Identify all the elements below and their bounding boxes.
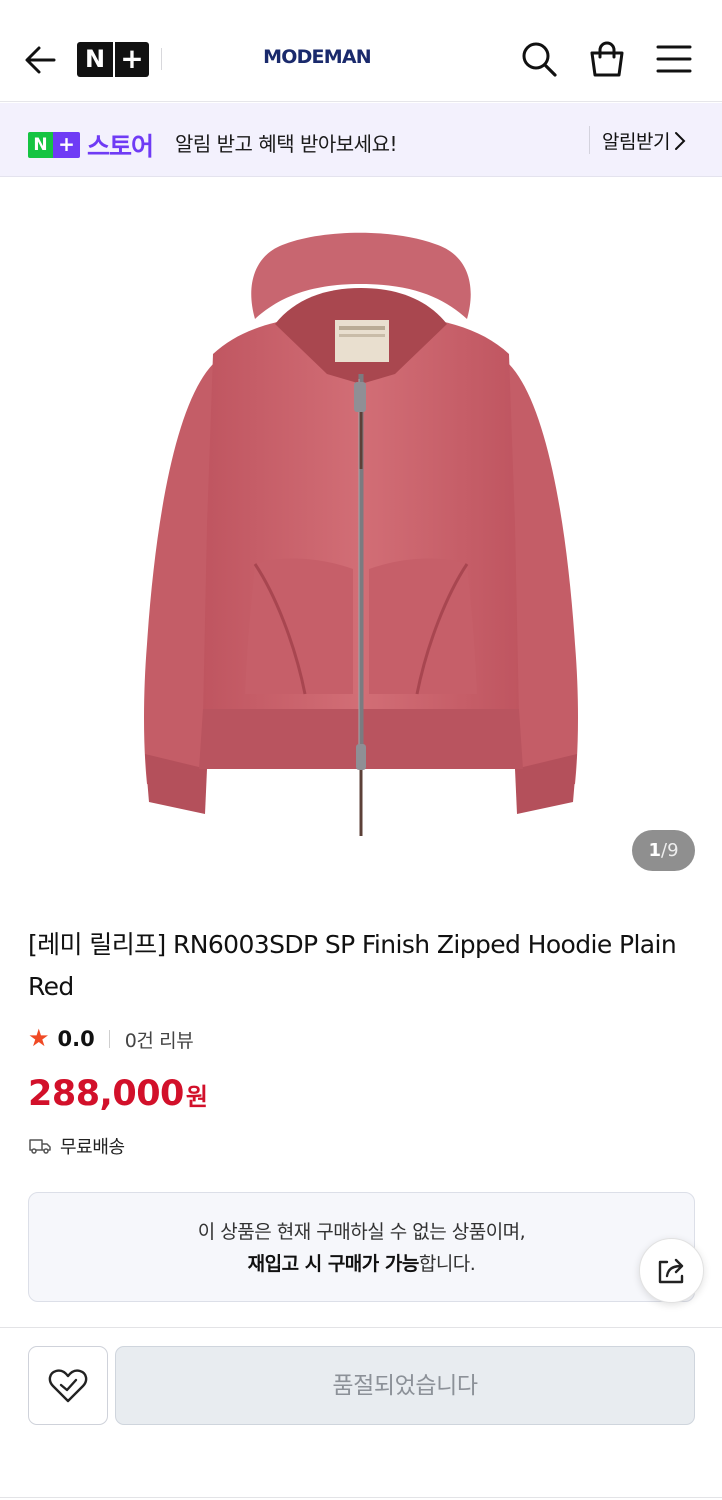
bottom-edge-line	[0, 1497, 722, 1498]
image-counter: 1/9	[632, 830, 695, 871]
shipping-text: 무료배송	[60, 1137, 125, 1158]
mini-logo-plus: +	[53, 132, 80, 158]
mini-logo-n: N	[28, 132, 53, 158]
truck-icon	[29, 1139, 51, 1154]
nplus-logo-n: N	[84, 45, 106, 73]
price: 288,000	[28, 1074, 184, 1114]
shopping-bag-icon	[590, 41, 624, 77]
store-word: 스토어	[87, 132, 154, 161]
arrow-left-icon	[25, 46, 56, 74]
search-button[interactable]	[519, 38, 559, 80]
price-row: 288,000 원	[28, 1074, 208, 1114]
rating-divider	[108, 1030, 110, 1048]
currency-unit: 원	[185, 1083, 209, 1111]
notice-line1: 이 상품은 현재 구매하실 수 없는 상품이며,	[197, 1221, 526, 1243]
store-banner-message: 알림 받고 혜택 받아보세요!	[175, 132, 398, 156]
header-divider	[161, 48, 162, 70]
soldout-notice: 이 상품은 현재 구매하실 수 없는 상품이며, 재입고 시 구매가 가능합니다…	[28, 1192, 695, 1302]
product-title: [레미 릴리프] RN6003SDP SP Finish Zipped Hood…	[28, 930, 677, 1001]
image-counter-total: 9	[667, 840, 679, 861]
brand-name[interactable]: MODEMAN	[240, 46, 394, 68]
soldout-button[interactable]: 품절되었습니다	[115, 1346, 695, 1425]
share-button[interactable]	[639, 1238, 704, 1303]
chevron-right-icon	[674, 131, 686, 150]
notice-line2: 재입고 시 구매가 가능합니다.	[29, 1248, 694, 1280]
star-icon: ★	[28, 1025, 50, 1052]
hamburger-menu-icon	[656, 45, 692, 73]
nplus-mini-logo: N +	[28, 132, 80, 158]
search-icon	[522, 42, 557, 77]
nplus-logo-plus: +	[120, 42, 144, 75]
notice-line2-rest: 합니다.	[418, 1253, 476, 1275]
image-counter-current: 1	[648, 840, 661, 861]
review-count[interactable]: 0건 리뷰	[125, 1026, 194, 1053]
product-image[interactable]	[95, 224, 627, 864]
notify-label: 알림받기	[602, 131, 670, 153]
back-button[interactable]	[22, 40, 58, 80]
bottom-bar-divider	[0, 1327, 722, 1328]
notify-button[interactable]: 알림받기	[602, 127, 686, 154]
nplus-logo[interactable]: N +	[77, 42, 149, 77]
wishlist-button[interactable]	[28, 1346, 108, 1425]
heart-check-icon	[48, 1368, 88, 1402]
rating-value: 0.0	[57, 1027, 95, 1051]
menu-button[interactable]	[654, 38, 694, 80]
rating-row[interactable]: ★ 0.0 0건 리뷰	[28, 1025, 194, 1053]
notice-line2-bold: 재입고 시 구매가 가능	[247, 1253, 420, 1275]
shipping-row: 무료배송	[28, 1133, 125, 1159]
cart-button[interactable]	[587, 38, 627, 80]
share-icon	[658, 1258, 683, 1283]
banner-divider	[589, 126, 590, 154]
nplus-store-logo: N + 스토어	[28, 127, 154, 163]
